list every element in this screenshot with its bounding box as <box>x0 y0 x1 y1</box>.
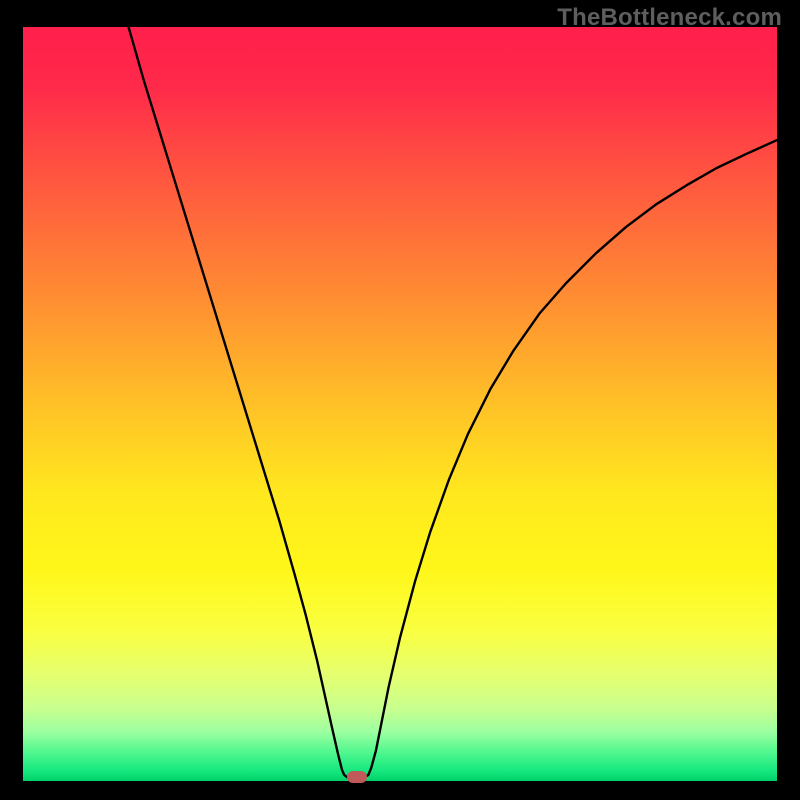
watermark-text: TheBottleneck.com <box>557 4 782 32</box>
gradient-background <box>23 27 777 781</box>
optimal-point-marker <box>347 771 367 783</box>
bottleneck-curve-svg <box>23 27 777 781</box>
chart-frame: TheBottleneck.com <box>0 0 800 800</box>
plot-area <box>23 27 777 781</box>
